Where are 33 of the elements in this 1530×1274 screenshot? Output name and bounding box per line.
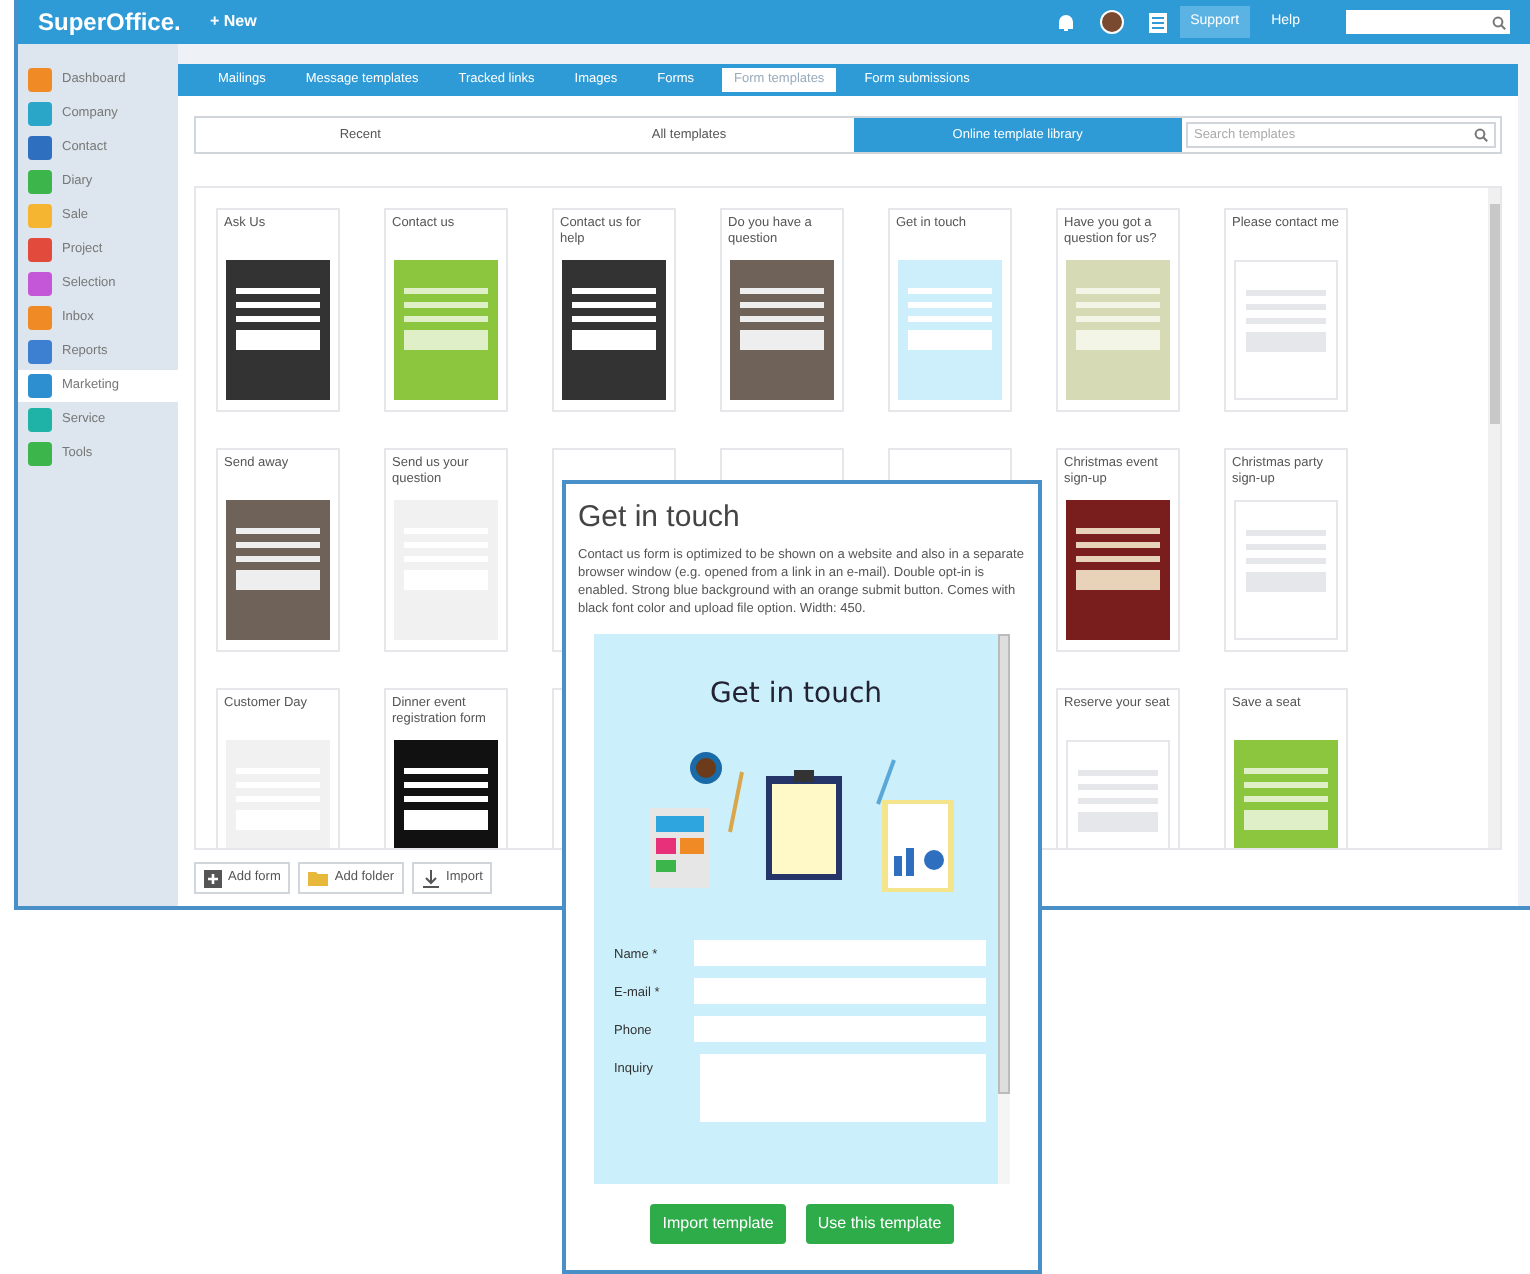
form-thumbnail <box>226 260 330 400</box>
folder-icon <box>308 870 329 886</box>
form-thumbnail <box>1066 260 1170 400</box>
scrollbar[interactable] <box>998 634 1010 1184</box>
new-button[interactable]: + New <box>210 10 257 34</box>
template-button[interactable]: Import template <box>650 1204 786 1244</box>
form-thumbnail <box>1234 500 1338 640</box>
dialog-title: Get in touch <box>578 500 742 536</box>
search-field[interactable] <box>1346 10 1510 34</box>
avatar[interactable] <box>1100 10 1125 34</box>
app-logo: SuperOffice. <box>38 6 183 40</box>
scrollbar[interactable] <box>1488 188 1500 848</box>
form-thumbnail <box>394 260 498 400</box>
form-thumbnail <box>1234 260 1338 400</box>
document-icon[interactable] <box>1148 11 1169 33</box>
form-thumbnail <box>730 260 834 400</box>
template-button[interactable]: Use this template <box>805 1204 954 1244</box>
form-thumbnail <box>562 260 666 400</box>
form-thumbnail <box>1066 500 1170 640</box>
form-thumbnail <box>898 260 1002 400</box>
search-icon <box>1473 128 1488 142</box>
plus-icon <box>204 869 222 887</box>
form-thumbnail <box>1234 740 1338 848</box>
input-field[interactable] <box>694 940 986 966</box>
download-icon <box>422 869 441 887</box>
input-field[interactable] <box>700 1054 986 1122</box>
input-field[interactable] <box>694 978 986 1004</box>
input-field[interactable] <box>694 1016 986 1042</box>
form-thumbnail <box>226 500 330 640</box>
form-thumbnail <box>394 740 498 848</box>
search-icon <box>1492 15 1506 29</box>
form-title: Get in touch <box>709 676 883 714</box>
bell-icon[interactable] <box>1056 12 1077 32</box>
